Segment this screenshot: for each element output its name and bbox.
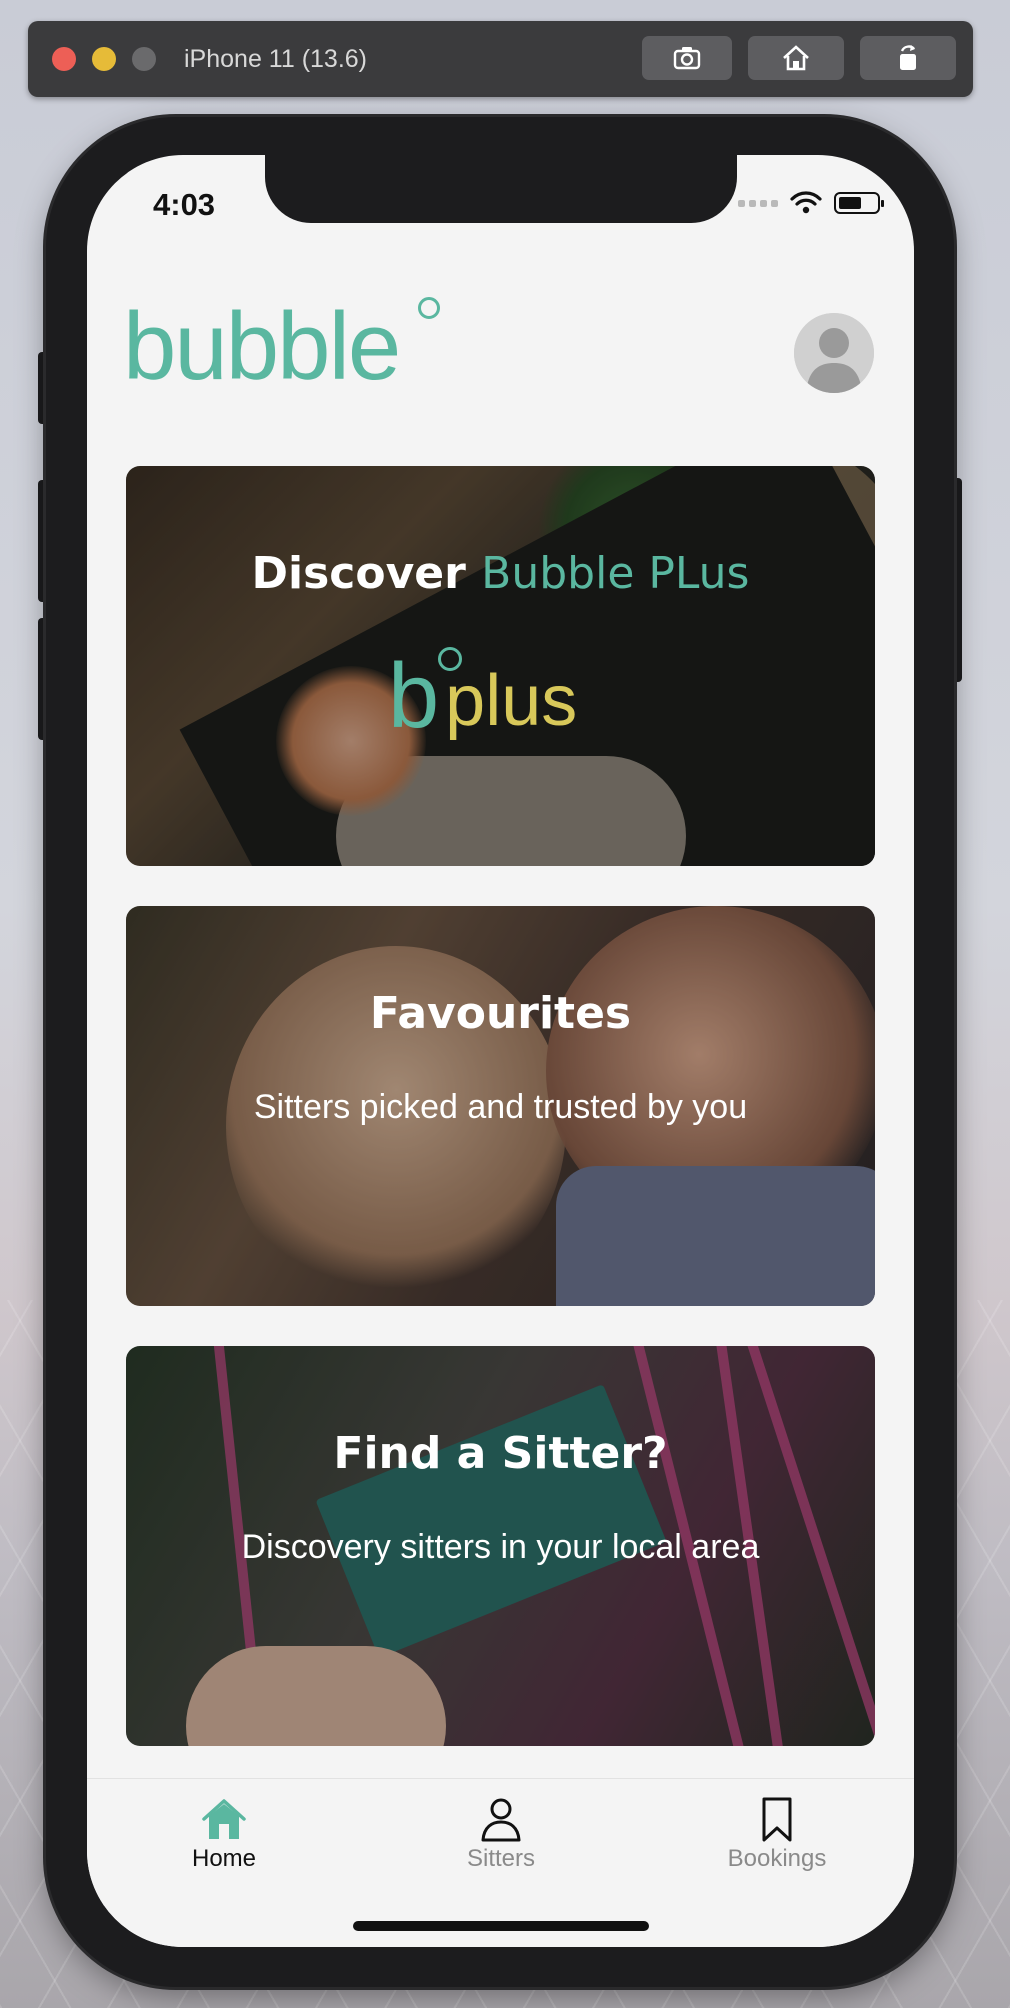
bubble-logo: bubble	[123, 293, 440, 400]
simulator-title: iPhone 11 (13.6)	[184, 45, 367, 73]
card-title-prefix: Discover	[251, 548, 466, 599]
battery-icon	[834, 192, 884, 214]
logo-text: bubble	[123, 293, 401, 400]
camera-icon	[673, 47, 701, 70]
bplus-logo-b: b	[388, 645, 440, 747]
tab-bookings[interactable]: Bookings	[697, 1795, 857, 1873]
status-time: 4:03	[153, 187, 216, 222]
card-subtitle: Sitters picked and trusted by you	[253, 1088, 748, 1126]
wifi-icon	[790, 191, 822, 214]
logo-bubble-mark	[418, 297, 440, 319]
app-screen: 4:03 bubble Discover Bubble PLus b plus	[87, 155, 914, 1947]
home-icon	[202, 1799, 246, 1839]
home-indicator	[353, 1921, 649, 1931]
bubble-plus-logo: b plus	[388, 645, 578, 747]
notch	[265, 155, 737, 223]
favourites-card[interactable]: Favourites Sitters picked and trusted by…	[126, 906, 875, 1306]
house-icon	[783, 45, 809, 71]
home-button[interactable]	[748, 36, 844, 80]
tab-label: Bookings	[727, 1845, 827, 1872]
bplus-logo-text: plus	[445, 661, 578, 741]
card-title-accent: Bubble PLus	[481, 548, 750, 599]
rotate-icon	[900, 45, 916, 70]
screenshot-button[interactable]	[642, 36, 732, 80]
card-subtitle: Discovery sitters in your local area	[241, 1528, 760, 1566]
discover-bubble-plus-card[interactable]: Discover Bubble PLus b plus	[126, 466, 875, 866]
tab-label: Home	[191, 1845, 257, 1872]
find-a-sitter-card[interactable]: Find a Sitter? Discovery sitters in your…	[126, 1346, 875, 1746]
minimize-window-button[interactable]	[92, 47, 116, 71]
tab-sitters[interactable]: Sitters	[421, 1795, 581, 1873]
rotate-button[interactable]	[860, 36, 956, 80]
card-title: Favourites	[369, 988, 632, 1039]
tab-label: Sitters	[466, 1845, 535, 1872]
zoom-window-button[interactable]	[132, 47, 156, 71]
bookmark-icon	[762, 1797, 792, 1842]
person-icon	[481, 1798, 521, 1842]
user-avatar-icon	[794, 313, 874, 393]
signal-icon	[738, 199, 778, 207]
close-window-button[interactable]	[52, 47, 76, 71]
status-icons	[738, 191, 884, 215]
avatar[interactable]	[794, 313, 874, 393]
card-title: Discover Bubble PLus	[126, 548, 875, 599]
card-title: Find a Sitter?	[333, 1428, 668, 1479]
bplus-bubble-mark	[438, 647, 462, 671]
simulator-title-bar: iPhone 11 (13.6)	[28, 21, 973, 97]
tab-home[interactable]: Home	[144, 1795, 304, 1873]
